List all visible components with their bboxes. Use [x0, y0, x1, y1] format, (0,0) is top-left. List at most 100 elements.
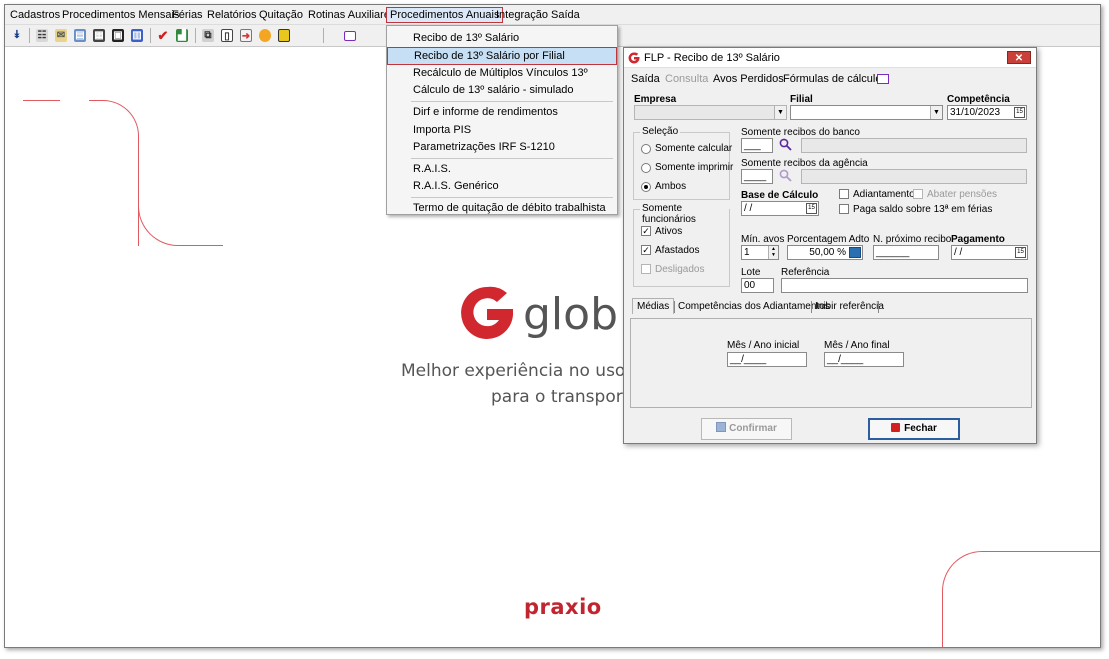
- tab-inibir-referencia[interactable]: Inibir referência: [815, 301, 884, 312]
- dialog-menu-formulas[interactable]: Fórmulas de cálculos: [783, 73, 887, 85]
- calendar-icon[interactable]: 15: [1015, 247, 1026, 258]
- pie-chart-icon[interactable]: [259, 29, 271, 42]
- banco-value: ___: [744, 140, 761, 151]
- save-icon: [716, 422, 727, 432]
- radio-somente-imprimir[interactable]: [641, 163, 651, 173]
- menu-saida[interactable]: Saída: [551, 9, 580, 21]
- calendar-icon[interactable]: 15: [806, 203, 817, 214]
- door-exit-icon[interactable]: [278, 29, 290, 42]
- decor-curve-lower: [138, 185, 223, 246]
- empresa-select[interactable]: ▼: [634, 105, 787, 120]
- mes-final-label: Mês / Ano final: [824, 340, 890, 351]
- paga-saldo-checkbox[interactable]: [839, 204, 849, 214]
- dialog-menu-avos-perdidos[interactable]: Avos Perdidos: [713, 73, 784, 85]
- menu-item-recalculo-vinculos[interactable]: Recálculo de Múltiplos Vínculos 13º: [387, 65, 617, 82]
- tagline-line1: Melhor experiência no uso d: [401, 361, 642, 381]
- copy-icon[interactable]: ⧉: [202, 29, 214, 42]
- menu-quitacao[interactable]: Quitação: [259, 9, 303, 21]
- calculator-icon[interactable]: [849, 247, 861, 258]
- menu-item-recibo-13[interactable]: Recibo de 13º Salário: [387, 30, 617, 47]
- tab-competencias-adiantamentos[interactable]: Competências dos Adiantamentos: [678, 301, 830, 312]
- menu-item-rais-generico[interactable]: R.A.I.S. Genérico: [387, 178, 617, 195]
- agencia-label: Somente recibos da agência: [741, 158, 868, 169]
- afastados-checkbox[interactable]: ✓: [641, 245, 651, 255]
- close-icon[interactable]: ✕: [1007, 51, 1031, 64]
- stepper-arrows-icon[interactable]: ▲ ▼: [768, 246, 778, 259]
- mes-inicial-label: Mês / Ano inicial: [727, 340, 800, 351]
- banco-label: Somente recibos do banco: [741, 127, 860, 138]
- chart-icon[interactable]: ▟: [176, 29, 188, 42]
- users-icon[interactable]: ☷: [36, 29, 48, 42]
- radio-somente-imprimir-label: Somente imprimir: [655, 162, 734, 173]
- confirmar-button[interactable]: Confirmar: [701, 418, 792, 440]
- calendar-icon[interactable]: 15: [1014, 107, 1025, 118]
- referencia-field[interactable]: [781, 278, 1028, 293]
- menu-item-parametrizacoes-irf[interactable]: Parametrizações IRF S-1210: [387, 139, 617, 156]
- calculator-icon[interactable]: ▦: [93, 29, 105, 42]
- chevron-down-icon: ▼: [774, 106, 786, 119]
- radio-somente-calcular[interactable]: [641, 144, 651, 154]
- mes-inicial-field[interactable]: __/____: [727, 352, 807, 367]
- menu-procedimentos-anuais[interactable]: Procedimentos Anuais: [386, 7, 504, 23]
- monitor-icon[interactable]: [877, 74, 889, 84]
- pagamento-field[interactable]: / / 15: [951, 245, 1028, 260]
- n-proximo-recibo-field[interactable]: ______: [873, 245, 939, 260]
- desligados-label: Desligados: [655, 264, 705, 275]
- lote-field[interactable]: 00: [741, 278, 774, 293]
- filial-select[interactable]: ▼: [790, 105, 943, 120]
- agencia-field[interactable]: ____: [741, 169, 773, 184]
- min-avos-stepper[interactable]: 1 ▲ ▼: [741, 245, 779, 260]
- collapse-icon[interactable]: ⯯: [11, 29, 23, 42]
- search-icon[interactable]: [779, 138, 792, 151]
- competencia-value: 31/10/2023: [950, 107, 1001, 118]
- stamp-icon[interactable]: ✉: [55, 29, 67, 42]
- radio-ambos[interactable]: [641, 182, 651, 192]
- n-proximo-recibo-value: ______: [876, 247, 910, 258]
- selecao-label: Seleção: [640, 126, 681, 137]
- base-calculo-field[interactable]: / / 15: [741, 201, 819, 216]
- fechar-button[interactable]: Fechar: [868, 418, 960, 440]
- desligados-checkbox: [641, 264, 651, 274]
- ativos-checkbox[interactable]: ✓: [641, 226, 651, 236]
- menu-ferias[interactable]: Férias: [172, 9, 203, 21]
- menu-integracao[interactable]: Integração: [496, 9, 548, 21]
- base-calculo-label: Base de Cálculo: [741, 190, 819, 201]
- check-icon[interactable]: ✔: [157, 29, 169, 42]
- printer-icon[interactable]: ▤: [74, 29, 86, 42]
- menu-cadastros[interactable]: Cadastros: [10, 9, 60, 21]
- menu-item-recibo-13-filial[interactable]: Recibo de 13º Salário por Filial: [387, 47, 617, 65]
- monitor-icon[interactable]: [344, 31, 356, 41]
- porcentagem-field[interactable]: 50,00 %: [787, 245, 863, 260]
- globus-logo: glob: [457, 285, 618, 344]
- competencia-field[interactable]: 31/10/2023 15: [947, 105, 1027, 120]
- menu-item-importa-pis[interactable]: Importa PIS: [387, 122, 617, 139]
- adiantamento-checkbox[interactable]: [839, 189, 849, 199]
- pagamento-label: Pagamento: [951, 234, 1005, 245]
- decor-line: [23, 100, 60, 101]
- porcentagem-label: Porcentagem Adto: [787, 234, 870, 245]
- mes-final-field[interactable]: __/____: [824, 352, 904, 367]
- export-icon[interactable]: ➜: [240, 29, 252, 42]
- funcionarios-label: Somente funcionários: [640, 203, 729, 225]
- tab-medias[interactable]: Médias: [632, 298, 675, 314]
- document-icon[interactable]: ▯: [221, 29, 233, 42]
- abater-pensoes-label: Abater pensões: [927, 189, 998, 200]
- lote-value: 00: [744, 280, 756, 291]
- recibo-13-dialog: FLP - Recibo de 13º Salário ✕ Saída Cons…: [623, 47, 1037, 444]
- menu-item-termo-quitacao[interactable]: Termo de quitação de débito trabalhista: [387, 200, 617, 217]
- menu-rotinas-auxiliares[interactable]: Rotinas Auxiliares: [308, 9, 395, 21]
- dialog-titlebar: FLP - Recibo de 13º Salário ✕: [624, 48, 1036, 68]
- globus-wordmark: glob: [523, 289, 619, 340]
- search-icon[interactable]: [779, 169, 792, 182]
- abater-pensoes-checkbox: [913, 189, 923, 199]
- report-icon[interactable]: ▥: [131, 29, 143, 42]
- banco-field[interactable]: ___: [741, 138, 773, 153]
- menu-item-dirf[interactable]: Dirf e informe de rendimentos: [387, 104, 617, 121]
- dialog-menu-saida[interactable]: Saída: [631, 73, 660, 85]
- menu-item-calculo-simulado[interactable]: Cálculo de 13º salário - simulado: [387, 82, 617, 99]
- menu-relatorios[interactable]: Relatórios: [207, 9, 257, 21]
- menu-item-rais[interactable]: R.A.I.S.: [387, 161, 617, 178]
- menu-procedimentos-mensais[interactable]: Procedimentos Mensais: [62, 9, 179, 21]
- save-icon[interactable]: ▣: [112, 29, 124, 42]
- menu-bar: Cadastros Procedimentos Mensais Férias R…: [5, 5, 1100, 25]
